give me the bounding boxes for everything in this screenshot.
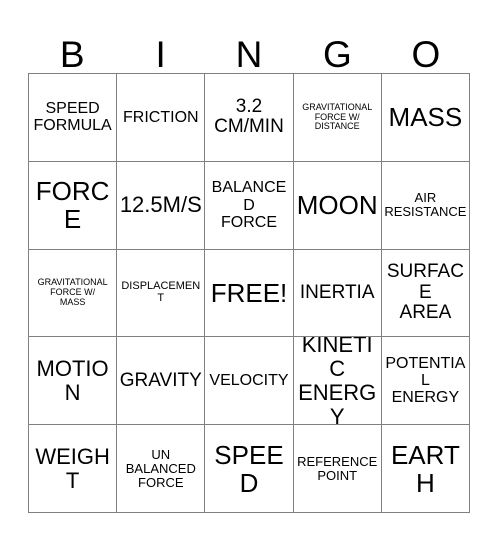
bingo-cell-label: EARTH	[390, 439, 460, 498]
bingo-header-letter-i: I	[155, 34, 166, 75]
bingo-cell[interactable]: INERTIA	[293, 249, 382, 338]
bingo-cell-label: UN BALANCED FORCE	[125, 446, 196, 490]
bingo-cell[interactable]: BALANCED FORCE	[205, 161, 294, 250]
bingo-header-row: B I N G O	[28, 22, 470, 73]
bingo-cell-label: GRAVITATIONAL FORCE W/ MASS	[37, 277, 108, 307]
bingo-cell-label: FREE!	[210, 277, 288, 308]
bingo-header-letter-b: B	[59, 34, 85, 75]
bingo-cell[interactable]: SPEED	[205, 425, 294, 513]
bingo-cell[interactable]: SURFACE AREA	[381, 249, 470, 338]
bingo-cell[interactable]: EARTH	[381, 425, 470, 513]
bingo-cell-label: 12.5M/S	[119, 192, 202, 218]
bingo-header-letter-g: G	[323, 34, 352, 75]
bingo-cell-free-space[interactable]: FREE!	[205, 249, 294, 338]
bingo-header-letter-o: O	[411, 34, 441, 75]
bingo-cell-label: WEIGHT	[35, 443, 110, 493]
bingo-cell[interactable]: 3.2 CM/MIN	[205, 74, 294, 162]
bingo-cell[interactable]: KINETIC ENERGY	[293, 337, 382, 426]
bingo-cell-label: FRICTION	[123, 108, 199, 126]
bingo-cell[interactable]: UN BALANCED FORCE	[117, 425, 206, 513]
bingo-cell-label: GRAVITY	[119, 369, 202, 391]
bingo-cell-label: REFERENCE POINT	[297, 453, 378, 483]
bingo-cell[interactable]: MOTION	[29, 337, 118, 426]
bingo-cell-label: POTENTIAL ENERGY	[385, 354, 466, 407]
bingo-cell[interactable]: GRAVITATIONAL FORCE W/ MASS	[29, 249, 118, 338]
bingo-cell-label: GRAVITATIONAL FORCE W/ DISTANCE	[302, 101, 373, 132]
bingo-cell[interactable]: SPEED FORMULA	[29, 74, 118, 162]
bingo-cell-label: BALANCED FORCE	[211, 179, 287, 231]
bingo-cell-label: KINETIC ENERGY	[298, 337, 377, 426]
bingo-cell-label: AIR RESISTANCE	[384, 190, 467, 220]
bingo-cell-label: SURFACE AREA	[386, 261, 464, 324]
bingo-card: B I N G O SPEED FORMULA FRICTION 3.2 CM/…	[0, 0, 500, 544]
bingo-cell-label: MASS	[388, 102, 463, 133]
bingo-cell[interactable]: 12.5M/S	[117, 161, 206, 250]
bingo-cell[interactable]: FRICTION	[117, 74, 206, 162]
bingo-grid: SPEED FORMULA FRICTION 3.2 CM/MIN GRAVIT…	[28, 73, 470, 513]
bingo-cell[interactable]: VELOCITY	[205, 337, 294, 426]
bingo-cell-label: SPEED	[214, 439, 284, 498]
bingo-cell[interactable]: MOON	[293, 161, 382, 250]
bingo-cell[interactable]: MASS	[381, 74, 470, 162]
bingo-cell-label: INERTIA	[299, 281, 375, 303]
bingo-cell[interactable]: DISPLACEMENT	[117, 249, 206, 338]
bingo-cell[interactable]: GRAVITY	[117, 337, 206, 426]
bingo-cell[interactable]: FORCE	[29, 161, 118, 250]
bingo-header-letter-n: N	[235, 34, 263, 75]
bingo-cell[interactable]: REFERENCE POINT	[293, 425, 382, 513]
bingo-cell[interactable]: AIR RESISTANCE	[381, 161, 470, 250]
bingo-cell-label: 3.2 CM/MIN	[214, 95, 284, 138]
bingo-cell[interactable]: WEIGHT	[29, 425, 118, 513]
bingo-cell[interactable]: GRAVITATIONAL FORCE W/ DISTANCE	[293, 74, 382, 162]
bingo-cell-label: FORCE	[35, 176, 110, 235]
bingo-cell-label: MOTION	[36, 356, 109, 405]
bingo-cell-label: SPEED FORMULA	[33, 100, 112, 135]
bingo-cell-label: MOON	[296, 190, 378, 221]
bingo-cell-label: VELOCITY	[209, 372, 289, 390]
bingo-cell[interactable]: POTENTIAL ENERGY	[381, 337, 470, 426]
bingo-cell-label: DISPLACEMENT	[121, 280, 201, 304]
